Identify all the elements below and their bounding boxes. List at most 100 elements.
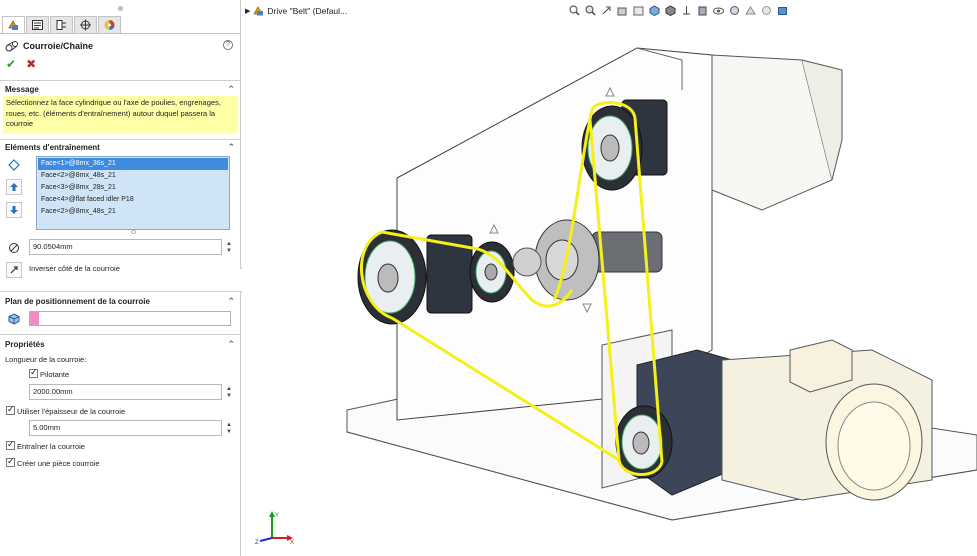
manager-tabs — [2, 16, 121, 34]
view-orientation-icon[interactable] — [648, 4, 661, 17]
pitch-diameter-field[interactable]: 90.0504mm ▲ ▼ — [29, 239, 232, 255]
expand-arrow-icon[interactable]: ▶ — [245, 7, 250, 15]
zoom-to-fit-icon[interactable] — [568, 4, 581, 17]
shadows-icon[interactable] — [744, 4, 757, 17]
pulley-top-hub — [600, 134, 620, 162]
edit-appearance-icon[interactable] — [696, 4, 709, 17]
x-axis-label: X — [290, 540, 294, 544]
tab-dimxpert-manager[interactable] — [74, 16, 97, 34]
move-down-button[interactable] — [6, 202, 22, 218]
graphics-area[interactable]: ▶ Drive "Belt" (Defaul... Y X Z — [242, 0, 977, 556]
use-thickness-label: Utiliser l'épaisseur de la courroie — [17, 407, 126, 416]
feature-title-bar: Courroie/Chaîne ? — [5, 39, 237, 53]
divider — [0, 334, 240, 335]
y-axis-label: Y — [275, 513, 279, 519]
list-resize-handle[interactable] — [131, 230, 136, 234]
flip-belt-side-label: Inverser côté de la courroie — [29, 264, 120, 273]
heads-up-view-toolbar — [568, 4, 789, 17]
flip-belt-side-button[interactable] — [6, 262, 22, 278]
driving-label: Pilotante — [40, 370, 70, 379]
pitch-diameter-value: 90.0504mm — [33, 242, 73, 251]
screen-capture-icon[interactable] — [776, 4, 789, 17]
pulley-left-hub — [377, 263, 399, 293]
list-item[interactable]: Face<3>@8mx_28s_21 — [38, 182, 228, 194]
previous-view-icon[interactable] — [600, 4, 613, 17]
tab-feature-manager[interactable] — [2, 16, 25, 34]
feature-manager-icon — [8, 20, 18, 30]
engage-belt-checkbox[interactable] — [6, 439, 15, 450]
flip-arrow-icon — [10, 266, 18, 274]
drive-elements-list[interactable]: Face<1>@8mx_36s_21 Face<2>@8mx_48s_21 Fa… — [36, 156, 230, 230]
message-text: Sélectionnez la face cylindrique ou l'ax… — [3, 96, 238, 134]
properties-section-header[interactable]: Propriétés ⌃ — [5, 339, 237, 352]
tab-configuration-manager[interactable] — [50, 16, 73, 34]
ok-button[interactable]: ✔ — [6, 57, 16, 71]
pitch-diameter-icon — [9, 243, 19, 253]
dynamic-annotation-icon[interactable] — [632, 4, 645, 17]
list-item[interactable]: Face<2>@8mx_48s_21 — [38, 170, 228, 182]
idler-bracket — [512, 247, 542, 277]
move-up-button[interactable] — [6, 179, 22, 195]
pitch-diameter-icon-wrap — [6, 240, 22, 256]
plane-header-label: Plan de positionnement de la courroie — [5, 297, 150, 306]
help-icon[interactable]: ? — [223, 40, 233, 50]
assembly-icon — [253, 6, 264, 16]
tab-property-manager[interactable] — [26, 16, 49, 34]
drive-elements-header-label: Eléments d'entraînement — [5, 143, 100, 152]
plane-icon-wrap — [6, 311, 22, 327]
diamond-selection-icon — [8, 159, 20, 171]
ok-cancel-bar: ✔ ✖ — [6, 57, 36, 71]
display-style-icon[interactable] — [664, 4, 677, 17]
selection-filter-button[interactable] — [6, 157, 22, 173]
section-view-icon[interactable] — [616, 4, 629, 17]
drive-elements-section-header[interactable]: Eléments d'entraînement ⌃ — [5, 142, 237, 155]
display-manager-icon — [104, 20, 115, 30]
use-thickness-checkbox[interactable] — [6, 404, 15, 415]
pitch-spinner[interactable]: ▲ ▼ — [225, 241, 233, 255]
flyout-tree-item[interactable]: ▶ Drive "Belt" (Defaul... — [245, 6, 347, 16]
feature-title: Courroie/Chaîne — [23, 41, 94, 51]
list-item[interactable]: Face<2>@8mx_48s_21 — [38, 206, 228, 218]
tabs-divider — [0, 33, 240, 34]
cancel-button[interactable]: ✖ — [26, 57, 36, 71]
message-header-label: Message — [5, 85, 39, 94]
collapse-chevron-icon[interactable]: ⌃ — [227, 296, 235, 307]
collapse-chevron-icon[interactable]: ⌃ — [227, 142, 235, 153]
engage-belt-label: Entraîner la courroie — [17, 442, 85, 451]
tab-display-manager[interactable] — [98, 16, 121, 34]
view-settings-icon[interactable] — [728, 4, 741, 17]
list-item[interactable]: Face<4>@flat faced idler P18 — [38, 194, 228, 206]
create-belt-part-checkbox[interactable] — [6, 456, 15, 467]
driving-checkbox[interactable] — [29, 367, 38, 378]
belt-length-field[interactable]: 2000.00mm ▲ ▼ — [29, 384, 232, 400]
collapse-chevron-icon[interactable]: ⌃ — [227, 339, 235, 350]
divider — [0, 139, 240, 140]
divider — [0, 80, 240, 81]
plane-cube-icon — [8, 313, 20, 325]
assembly-name: Drive "Belt" (Defaul... — [267, 6, 348, 16]
create-belt-part-label: Créer une pièce courroie — [17, 459, 100, 468]
plane-section-header[interactable]: Plan de positionnement de la courroie ⌃ — [5, 296, 237, 309]
belt-chain-icon — [5, 41, 18, 52]
zoom-area-icon[interactable] — [584, 4, 597, 17]
belt-thickness-field[interactable]: 5.00mm ▲ ▼ — [29, 420, 232, 436]
model-view[interactable] — [242, 0, 977, 556]
panel-grip[interactable] — [118, 6, 123, 11]
hide-show-icon[interactable] — [680, 4, 693, 17]
property-manager-panel: Courroie/Chaîne ? ✔ ✖ Message ⌃ Sélectio… — [0, 0, 241, 556]
z-axis-line — [259, 537, 273, 542]
list-item[interactable]: Face<1>@8mx_36s_21 — [38, 158, 228, 170]
axis-triad: Y X Z — [255, 511, 294, 544]
motor-end-face — [837, 401, 911, 491]
length-spinner[interactable]: ▲ ▼ — [225, 386, 233, 400]
apply-scene-icon[interactable] — [712, 4, 725, 17]
realview-icon[interactable] — [760, 4, 773, 17]
collapse-chevron-icon[interactable]: ⌃ — [227, 84, 235, 95]
thickness-spinner[interactable]: ▲ ▼ — [225, 422, 233, 436]
pulley-middle-hub — [484, 263, 498, 281]
configuration-manager-icon — [56, 20, 66, 30]
arrow-up-icon — [10, 183, 18, 191]
belt-length-value: 2000.00mm — [33, 387, 73, 396]
plane-color-swatch — [30, 312, 39, 325]
belt-plane-selection-box[interactable] — [29, 311, 231, 326]
